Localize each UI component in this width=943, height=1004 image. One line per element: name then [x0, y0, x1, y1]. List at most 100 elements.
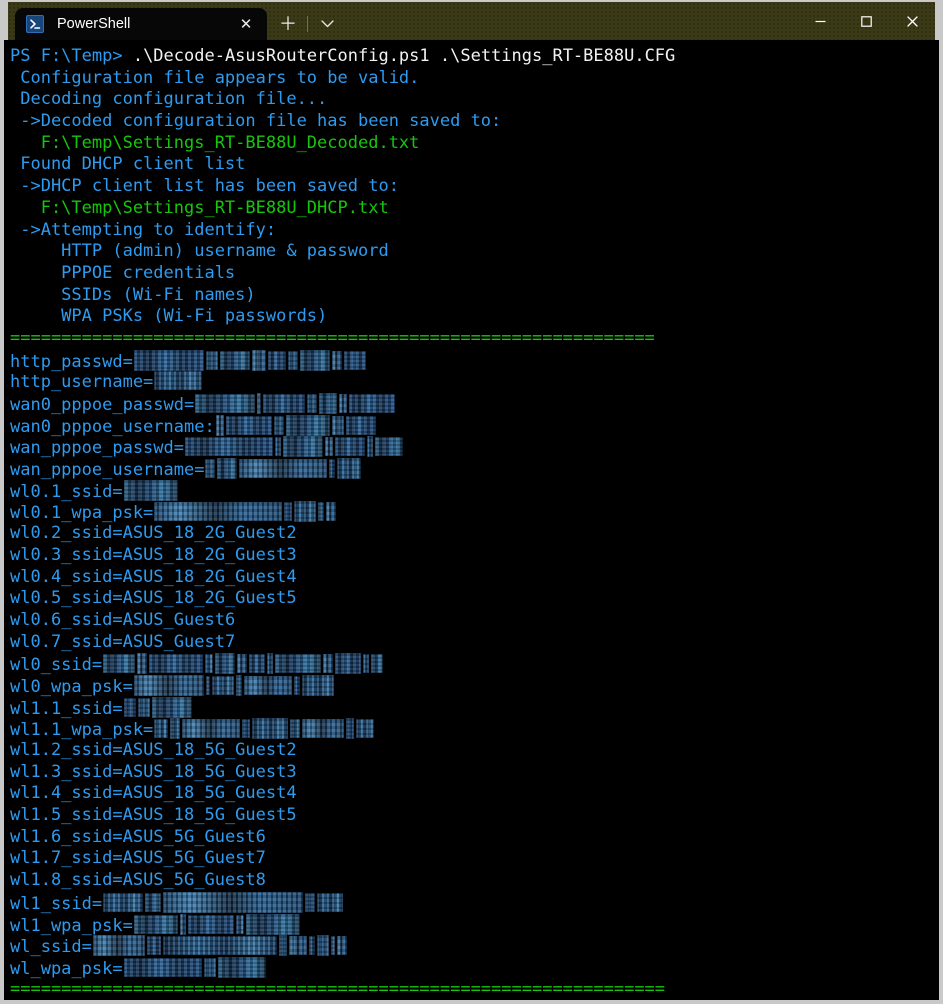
redaction-block	[242, 719, 251, 739]
config-key: wl1.3_ssid=	[10, 761, 123, 782]
redaction-block	[170, 718, 181, 740]
plus-icon: ＋	[279, 14, 297, 34]
redaction-block	[346, 718, 355, 740]
config-key: wan0_pppoe_username:	[10, 416, 215, 437]
config-line: wl1.1_ssid=	[10, 696, 939, 719]
redaction-block	[284, 502, 293, 522]
redaction-block	[318, 502, 325, 522]
redaction-block	[145, 892, 162, 912]
redaction-block	[137, 697, 150, 717]
config-key: wl1.5_ssid=	[10, 805, 123, 826]
redaction-block	[290, 719, 301, 739]
redaction-block	[325, 437, 333, 457]
config-key: wl1.1_wpa_psk=	[10, 720, 154, 741]
output-line: F:\Temp\Settings_RT-BE88U_Decoded.txt	[10, 133, 939, 155]
config-line: wl0.2_ssid=ASUS_18_2G_Guest2	[10, 523, 939, 545]
new-tab-button[interactable]: ＋	[273, 8, 303, 40]
status-text: WPA PSKs (Wi-Fi passwords)	[10, 306, 328, 327]
config-line: wl1_ssid=	[10, 891, 939, 914]
maximize-icon	[860, 15, 872, 27]
redaction-block	[283, 436, 323, 458]
redacted-value	[123, 956, 267, 979]
redaction-block	[187, 914, 234, 934]
status-text: PPPOE credentials	[10, 262, 236, 283]
redaction-block	[317, 892, 344, 912]
redaction-block	[151, 696, 192, 718]
output-line: Decoding configuration file...	[10, 89, 939, 111]
config-line: wl0.1_wpa_psk=	[10, 501, 939, 523]
redaction-block	[92, 935, 145, 957]
redaction-block	[316, 935, 329, 957]
redaction-block	[285, 414, 330, 436]
tab-dropdown-button[interactable]	[312, 8, 342, 40]
redaction-block	[363, 654, 370, 674]
config-value: ASUS_18_5G_Guest5	[122, 805, 297, 826]
redaction-block	[179, 913, 186, 935]
config-key: wl1.6_ssid=	[10, 826, 123, 847]
redaction-block	[375, 437, 403, 457]
redaction-block	[245, 913, 300, 935]
redaction-block	[182, 719, 241, 739]
redaction-block	[154, 371, 203, 391]
redaction-block	[205, 459, 216, 479]
redaction-block	[243, 675, 292, 695]
redaction-block	[326, 502, 337, 522]
config-key: wl_wpa_psk=	[10, 958, 123, 979]
output-line: ->Attempting to identify:	[10, 220, 939, 242]
config-line: wl1.2_ssid=ASUS_18_5G_Guest2	[10, 740, 939, 762]
redaction-block	[205, 350, 218, 370]
redaction-block	[349, 394, 396, 413]
config-line: wl0.6_ssid=ASUS_Guest6	[10, 610, 939, 632]
config-key: wan_pppoe_username=	[10, 460, 205, 481]
config-key: wl0_ssid=	[10, 655, 103, 676]
output-line: WPA PSKs (Wi-Fi passwords)	[10, 306, 939, 328]
config-line: wan0_pppoe_passwd=	[10, 393, 939, 415]
redacted-value	[153, 371, 203, 392]
redaction-block	[319, 393, 338, 414]
tab-strip: PowerShell ✕ ＋	[8, 2, 342, 40]
redaction-block	[257, 393, 262, 414]
config-key: wl1_wpa_psk=	[10, 915, 133, 936]
close-tab-icon[interactable]: ✕	[233, 11, 259, 37]
redaction-block	[273, 415, 284, 435]
shell-prompt: PS F:\Temp>	[10, 46, 133, 66]
output-line: ->Decoded configuration file has been sa…	[10, 111, 939, 133]
minimize-button[interactable]	[797, 2, 843, 40]
redaction-block	[287, 350, 298, 370]
terminal-body[interactable]: PS F:\Temp> .\Decode-AsusRouterConfig.ps…	[4, 40, 939, 1000]
status-text: Found DHCP client list	[10, 154, 246, 175]
config-key: wl1.4_ssid=	[10, 783, 123, 804]
redaction-block	[275, 437, 281, 457]
redacted-value	[123, 696, 193, 719]
config-line: wl1.6_ssid=ASUS_5G_Guest6	[10, 827, 939, 849]
redaction-block	[133, 349, 204, 371]
config-line: wl1.1_wpa_psk=	[10, 718, 939, 740]
output-line: HTTP (admin) username & password	[10, 241, 939, 263]
redaction-block	[336, 936, 347, 956]
status-text: Configuration file appears to be valid.	[10, 67, 420, 88]
redacted-value	[215, 414, 377, 437]
config-line: wl0.1_ssid=	[10, 479, 939, 502]
config-value: ASUS_18_2G_Guest2	[122, 523, 297, 544]
redaction-block	[163, 891, 304, 913]
redaction-block	[146, 936, 161, 956]
config-value: ASUS_18_2G_Guest5	[122, 588, 297, 609]
config-key: wl1_ssid=	[10, 893, 103, 914]
config-value: ASUS_18_2G_Guest3	[122, 544, 297, 565]
config-key: wan0_pppoe_passwd=	[10, 395, 195, 415]
config-line: wl1.5_ssid=ASUS_18_5G_Guest5	[10, 805, 939, 827]
terminal-window: PowerShell ✕ ＋ PS F:\Temp> .\Decode-Asus…	[0, 0, 943, 1004]
maximize-button[interactable]	[843, 2, 889, 40]
redaction-block	[149, 654, 204, 674]
close-window-button[interactable]	[889, 2, 935, 40]
redaction-block	[267, 350, 286, 370]
chevron-down-icon	[320, 20, 334, 28]
redacted-value	[153, 718, 375, 740]
config-value: ASUS_5G_Guest8	[122, 870, 266, 891]
config-line: http_passwd=	[10, 349, 939, 372]
redaction-block	[205, 675, 210, 695]
redaction-block	[371, 654, 384, 674]
tab-powershell[interactable]: PowerShell ✕	[15, 8, 267, 40]
close-icon	[906, 15, 918, 27]
config-key: wl1.1_ssid=	[10, 698, 123, 719]
